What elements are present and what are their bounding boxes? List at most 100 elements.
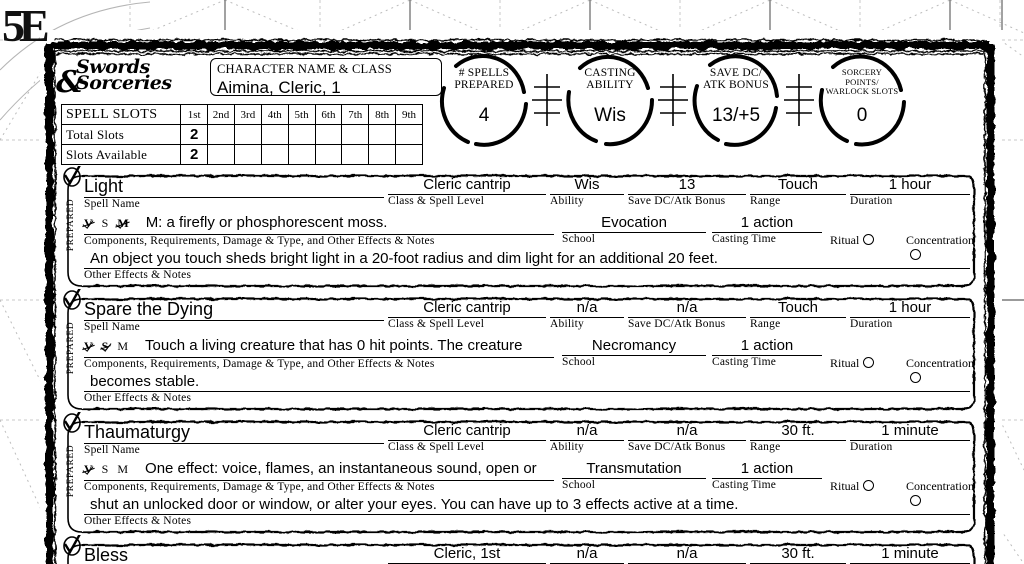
- spell-name-value[interactable]: Thaumaturgy: [84, 422, 384, 444]
- slots-available-3[interactable]: [233, 144, 262, 165]
- prepared-label: PREPARED: [66, 552, 76, 564]
- duration-value[interactable]: 1 hour: [850, 299, 970, 318]
- ritual-circle-icon[interactable]: [863, 234, 875, 245]
- total-slots-6[interactable]: [314, 124, 343, 145]
- save-dc-value[interactable]: n/a: [628, 299, 746, 318]
- casting-time-value[interactable]: 1 action: [712, 337, 822, 356]
- class-level-label: Class & Spell Level: [388, 195, 485, 207]
- slots-available-5[interactable]: [287, 144, 316, 165]
- components-label: Components, Requirements, Damage & Type,…: [84, 235, 435, 247]
- ability-value[interactable]: Wis: [550, 176, 624, 195]
- total-slots-8[interactable]: [368, 124, 397, 145]
- component-note[interactable]: Touch a living creature that has 0 hit p…: [145, 337, 522, 354]
- other-notes-value[interactable]: shut an unlocked door or window, or alte…: [90, 496, 738, 513]
- class-level-value[interactable]: Cleric, 1st: [388, 545, 546, 564]
- class-level-value[interactable]: Cleric cantrip: [388, 299, 546, 318]
- character-name-box[interactable]: CHARACTER NAME & CLASS Aimina, Cleric, 1: [210, 58, 442, 97]
- badge-casting-ability-value[interactable]: Wis: [562, 106, 658, 125]
- badge-spells-prepared-value[interactable]: 4: [436, 106, 532, 125]
- prepared-label: PREPARED: [66, 198, 76, 252]
- component-m[interactable]: M: [117, 339, 128, 354]
- school-value[interactable]: Evocation: [562, 214, 706, 233]
- ritual-label: Ritual: [830, 233, 860, 247]
- component-v[interactable]: V: [84, 216, 93, 231]
- component-s[interactable]: S: [102, 462, 109, 477]
- spell-block: PREPARED Bless Spell Name Cleric, 1st Cl…: [58, 535, 980, 564]
- spell-name-label: Spell Name: [84, 444, 140, 456]
- total-slots-label: Total Slots: [60, 124, 182, 145]
- prepared-tab[interactable]: PREPARED: [60, 535, 82, 564]
- badge-casting-ability[interactable]: CASTING ABILITY Wis: [562, 52, 658, 148]
- badge-sorcery-points[interactable]: SORCERY POINTS/WARLOCK SLOTS 0: [814, 52, 910, 148]
- ritual-toggle[interactable]: Ritual: [830, 356, 875, 371]
- slots-available-1[interactable]: 2: [180, 144, 209, 165]
- component-v[interactable]: V: [84, 462, 93, 477]
- ritual-toggle[interactable]: Ritual: [830, 479, 875, 494]
- badge-sorcery-points-value[interactable]: 0: [814, 106, 910, 125]
- class-level-value[interactable]: Cleric cantrip: [388, 422, 546, 441]
- range-value[interactable]: 30 ft.: [750, 422, 846, 441]
- range-value[interactable]: 30 ft.: [750, 545, 846, 564]
- other-notes-value[interactable]: becomes stable.: [90, 373, 199, 390]
- range-value[interactable]: Touch: [750, 299, 846, 318]
- class-level-value[interactable]: Cleric cantrip: [388, 176, 546, 195]
- prepared-tab[interactable]: PREPARED: [60, 412, 82, 534]
- school-value[interactable]: Necromancy: [562, 337, 706, 356]
- spell-slots-title: SPELL SLOTS: [60, 104, 182, 125]
- component-m[interactable]: M: [117, 216, 128, 231]
- component-s[interactable]: S: [102, 216, 109, 231]
- badge-save-dc[interactable]: SAVE DC/ATK BONUS 13/+5: [688, 52, 784, 148]
- other-notes-value[interactable]: An object you touch sheds bright light i…: [90, 250, 718, 267]
- ability-label: Ability: [550, 441, 584, 453]
- duration-value[interactable]: 1 minute: [850, 422, 970, 441]
- ability-value[interactable]: n/a: [550, 299, 624, 318]
- component-s[interactable]: S: [102, 339, 109, 354]
- spell-name-value[interactable]: Spare the Dying: [84, 299, 384, 321]
- slot-level-8: 8th: [368, 104, 397, 125]
- component-note[interactable]: M: a firefly or phosphorescent moss.: [146, 214, 388, 231]
- slots-available-9[interactable]: [395, 144, 423, 165]
- badge-save-dc-value[interactable]: 13/+5: [688, 106, 784, 125]
- slots-available-4[interactable]: [260, 144, 289, 165]
- badge-divider-2: [658, 70, 688, 130]
- prepared-tab[interactable]: PREPARED: [60, 166, 82, 288]
- duration-label: Duration: [850, 195, 893, 207]
- save-dc-value[interactable]: n/a: [628, 422, 746, 441]
- slots-available-row: Slots Available 2: [60, 144, 423, 165]
- slots-available-7[interactable]: [341, 144, 370, 165]
- duration-value[interactable]: 1 hour: [850, 176, 970, 195]
- ritual-circle-icon[interactable]: [863, 357, 875, 368]
- duration-value[interactable]: 1 minute: [850, 545, 970, 564]
- spell-name-value[interactable]: Light: [84, 176, 384, 198]
- total-slots-4[interactable]: [260, 124, 289, 145]
- component-note[interactable]: One effect: voice, flames, an instantane…: [145, 460, 537, 477]
- badge-spells-prepared[interactable]: # SPELLS PREPARED 4: [436, 52, 532, 148]
- save-dc-value[interactable]: n/a: [628, 545, 746, 564]
- component-v[interactable]: V: [84, 339, 93, 354]
- slots-available-8[interactable]: [368, 144, 397, 165]
- ritual-toggle[interactable]: Ritual: [830, 233, 875, 248]
- ability-value[interactable]: n/a: [550, 545, 624, 564]
- ability-value[interactable]: n/a: [550, 422, 624, 441]
- slots-available-6[interactable]: [314, 144, 343, 165]
- total-slots-1[interactable]: 2: [180, 124, 209, 145]
- range-value[interactable]: Touch: [750, 176, 846, 195]
- ability-label: Ability: [550, 318, 584, 330]
- total-slots-5[interactable]: [287, 124, 316, 145]
- total-slots-7[interactable]: [341, 124, 370, 145]
- prepared-tab[interactable]: PREPARED: [60, 289, 82, 411]
- save-dc-value[interactable]: 13: [628, 176, 746, 195]
- total-slots-2[interactable]: [207, 124, 235, 145]
- ritual-circle-icon[interactable]: [863, 480, 875, 491]
- total-slots-9[interactable]: [395, 124, 423, 145]
- edition-logo-5: 5E: [2, 0, 50, 51]
- total-slots-3[interactable]: [233, 124, 262, 145]
- spell-block: PREPARED Thaumaturgy Spell Name Cleric c…: [58, 412, 980, 536]
- slots-available-2[interactable]: [207, 144, 235, 165]
- casting-time-value[interactable]: 1 action: [712, 460, 822, 479]
- school-value[interactable]: Transmutation: [562, 460, 706, 479]
- character-name-value[interactable]: Aimina, Cleric, 1: [217, 78, 341, 97]
- casting-time-value[interactable]: 1 action: [712, 214, 822, 233]
- spell-name-value[interactable]: Bless: [84, 545, 384, 564]
- component-m[interactable]: M: [117, 462, 128, 477]
